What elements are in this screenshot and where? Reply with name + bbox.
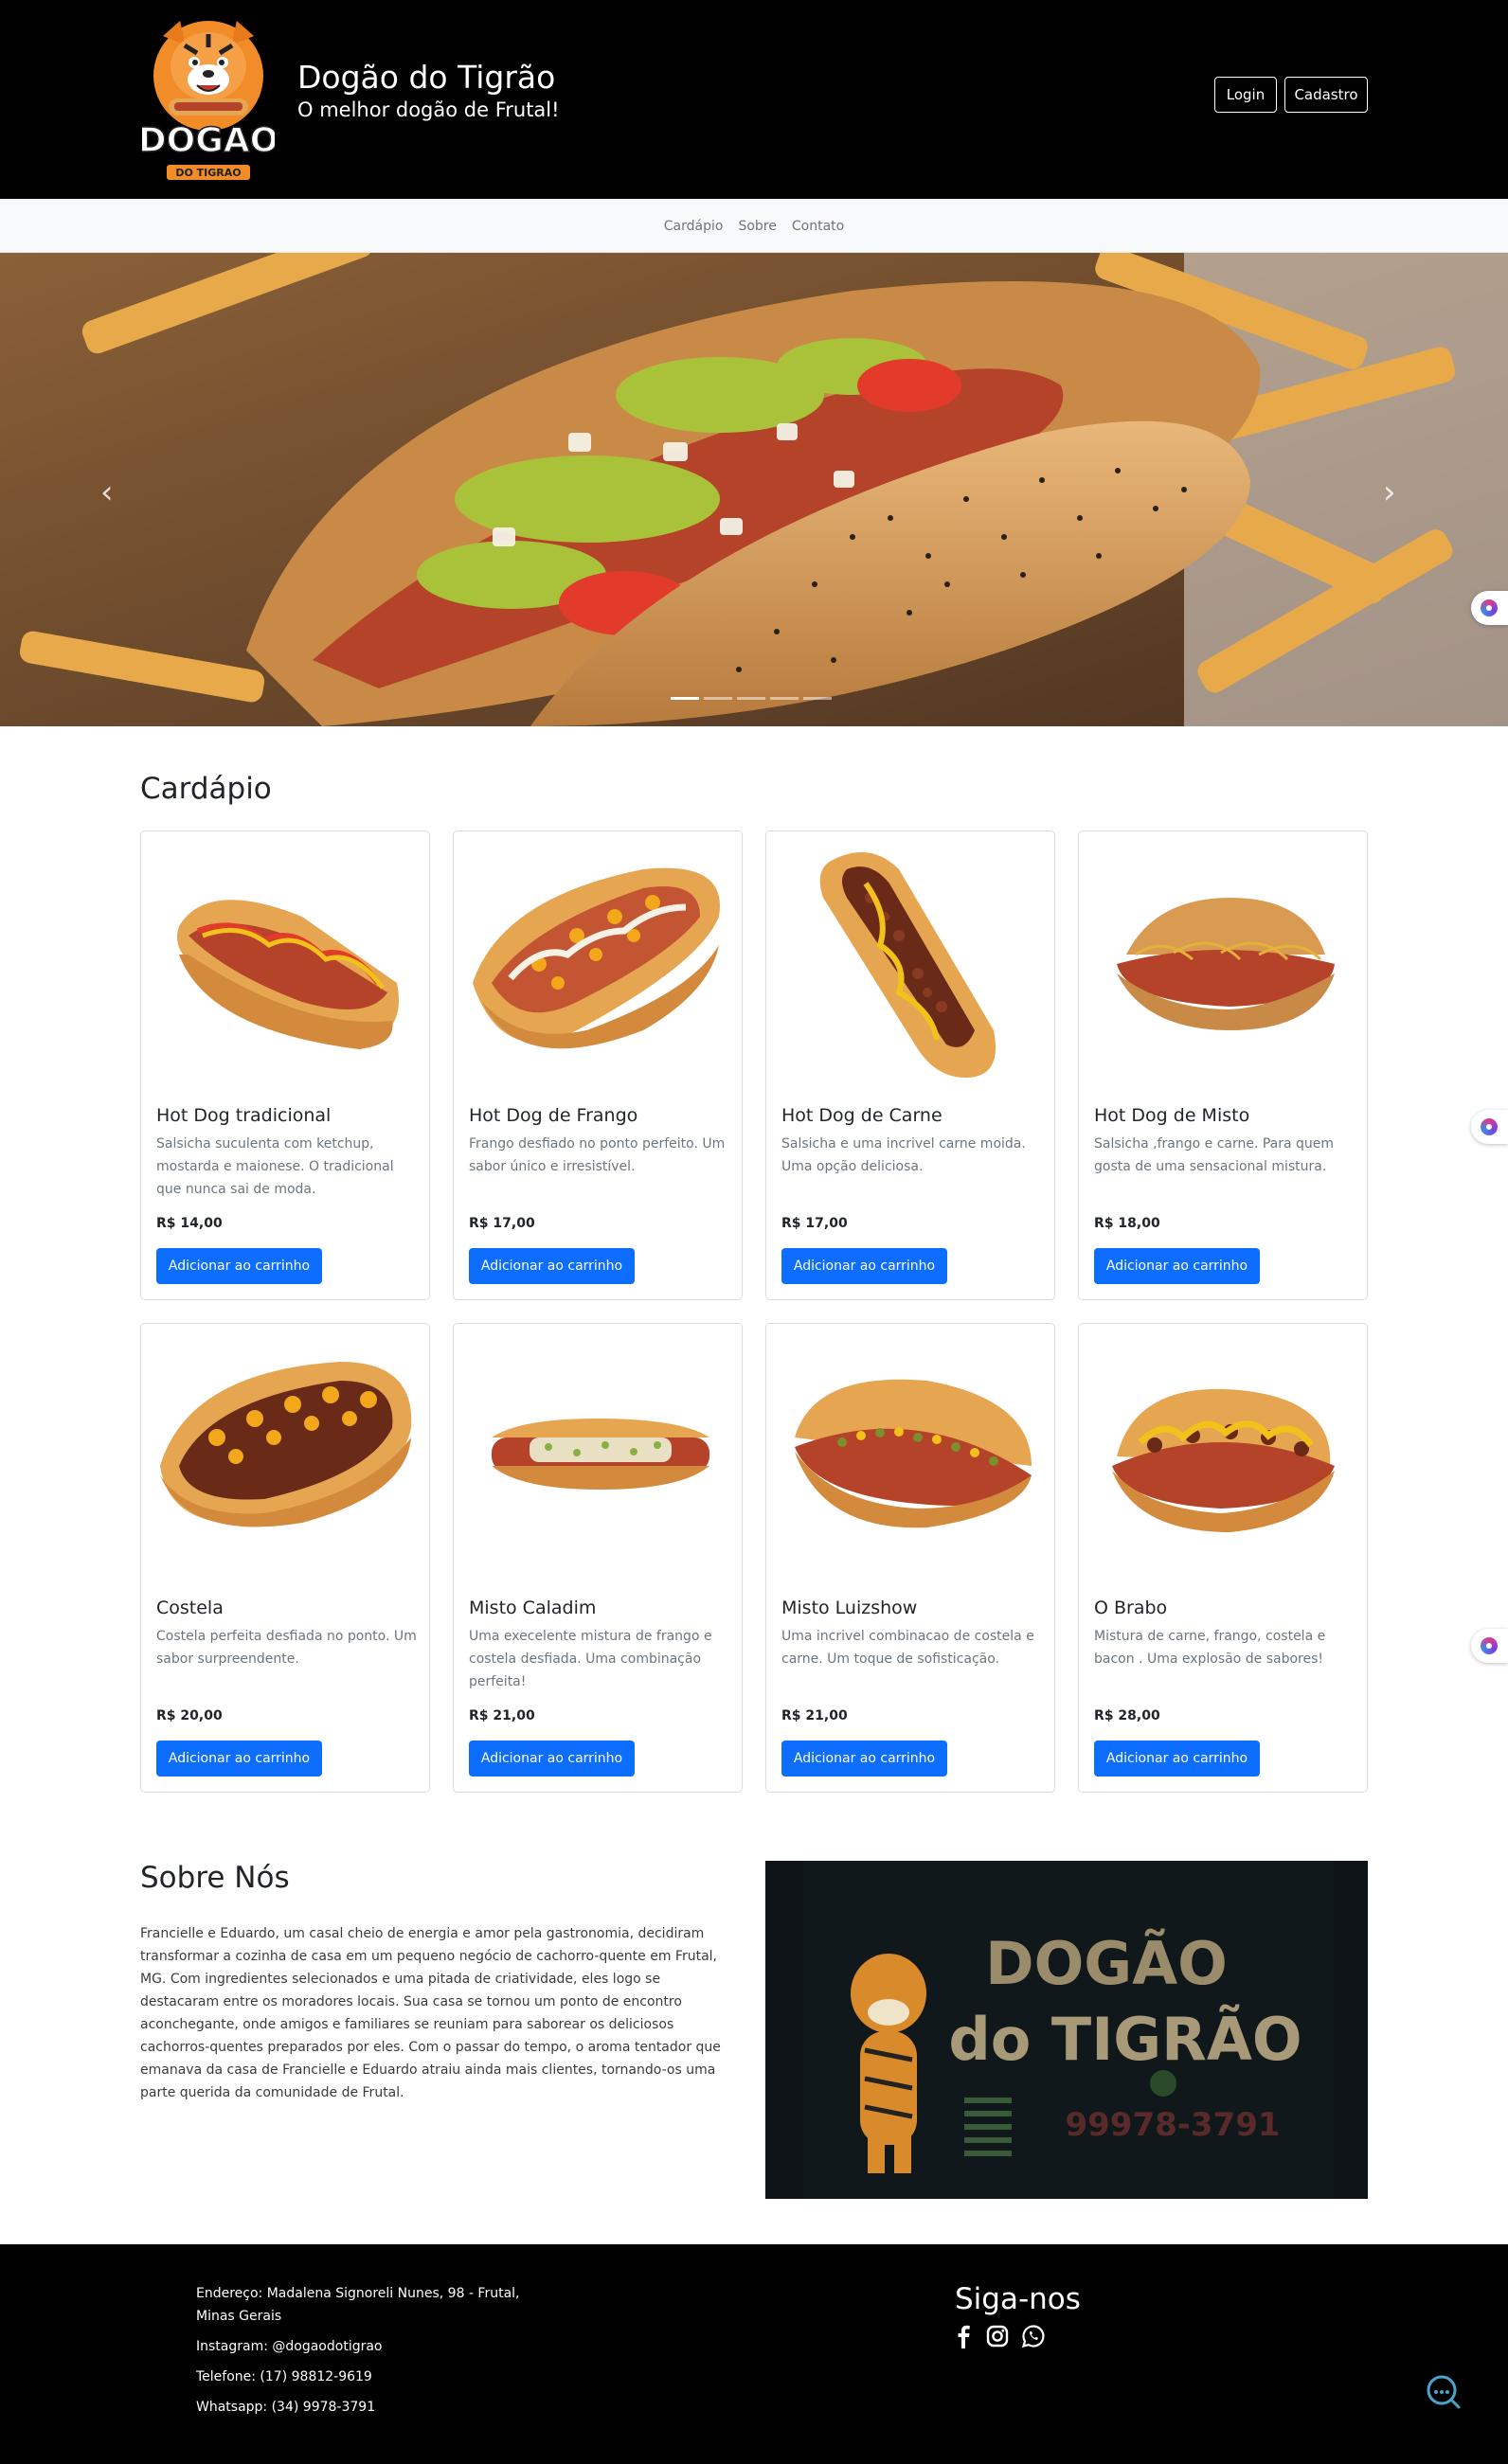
menu-item-desc: Salsicha suculenta com ketchup, mostarda…	[156, 1136, 394, 1197]
floating-assistant-icon[interactable]	[1471, 591, 1508, 625]
menu-item-price: R$ 17,00	[469, 1216, 535, 1231]
hotdog-image	[492, 1419, 709, 1490]
floating-assistant-icon[interactable]	[1471, 1110, 1508, 1144]
menu-item-name: Hot Dog de Frango	[469, 1105, 638, 1126]
add-to-cart-button[interactable]: Adicionar ao carrinho	[1094, 1248, 1260, 1284]
brand-subtitle: O melhor dogão de Frutal!	[297, 98, 560, 121]
hotdog-image	[1112, 1388, 1335, 1532]
sign-text-line2: do TIGRÃO	[948, 2005, 1302, 2074]
logo-text-main: DOGAO	[142, 121, 275, 160]
menu-card: Hot Dog de Misto Salsicha ,frango e carn…	[1078, 830, 1368, 1300]
add-to-cart-button[interactable]: Adicionar ao carrinho	[156, 1741, 322, 1777]
menu-item-desc: Salsicha ,frango e carne. Para quem gost…	[1094, 1136, 1335, 1174]
menu-item-desc: Uma execelente mistura de frango e coste…	[469, 1629, 712, 1689]
brand-title: Dogão do Tigrão	[297, 59, 556, 96]
add-to-cart-button[interactable]: Adicionar ao carrinho	[469, 1741, 635, 1777]
menu-card: Costela Costela perfeita desfiada no pon…	[140, 1323, 430, 1793]
floating-assistant-icon[interactable]	[1471, 1629, 1508, 1663]
login-button[interactable]: Login	[1214, 77, 1277, 113]
footer-whatsapp: Whatsapp: (34) 9978-3791	[196, 2400, 376, 2415]
menu-item-desc: Mistura de carne, frango, costela e baco…	[1094, 1629, 1326, 1667]
menu-item-name: Misto Luizshow	[781, 1598, 918, 1618]
footer-phone: Telefone: (17) 98812-9619	[196, 2369, 372, 2384]
main-nav: Cardápio Sobre Contato	[0, 199, 1508, 253]
instagram-icon[interactable]	[985, 2324, 1010, 2348]
menu-item-price: R$ 28,00	[1094, 1708, 1160, 1723]
storefront-sign-image: DOGÃO do TIGRÃO 99978-3791	[765, 1861, 1368, 2199]
hotdog-image	[160, 1362, 412, 1527]
menu-item-desc: Salsicha e uma incrivel carne moida. Uma…	[781, 1136, 1026, 1174]
tiger-logo[interactable]: DOGAO DO TIGRAO	[142, 8, 275, 187]
footer-address: Endereço: Madalena Signoreli Nunes, 98 -…	[196, 2286, 520, 2324]
menu-card: Hot Dog tradicional Salsicha suculenta c…	[140, 830, 430, 1300]
carousel-indicator[interactable]	[671, 697, 699, 700]
logo-text-sub: DO TIGRAO	[175, 167, 241, 179]
menu-item-price: R$ 20,00	[156, 1708, 223, 1723]
menu-item-name: Hot Dog de Misto	[1094, 1105, 1250, 1126]
menu-item-desc: Uma incrivel combinacao de costela e car…	[781, 1629, 1034, 1667]
sign-phone: 99978-3791	[1065, 2106, 1280, 2144]
add-to-cart-button[interactable]: Adicionar ao carrinho	[781, 1741, 947, 1777]
menu-item-desc: Costela perfeita desfiada no ponto. Um s…	[156, 1629, 417, 1667]
hero-carousel	[0, 253, 1508, 726]
add-to-cart-button[interactable]: Adicionar ao carrinho	[781, 1248, 947, 1284]
menu-item-name: Hot Dog de Carne	[781, 1105, 942, 1126]
chevron-right-icon[interactable]: ›	[1383, 473, 1396, 511]
chevron-left-icon[interactable]: ‹	[100, 473, 114, 511]
menu-card: Hot Dog de Carne Salsicha e uma incrivel…	[765, 830, 1055, 1300]
menu-item-desc: Frango desfiado no ponto perfeito. Um sa…	[469, 1136, 726, 1174]
add-to-cart-button[interactable]: Adicionar ao carrinho	[156, 1248, 322, 1284]
cardapio-title: Cardápio	[140, 772, 272, 806]
menu-item-price: R$ 18,00	[1094, 1216, 1160, 1231]
nav-link-contato[interactable]: Contato	[792, 219, 844, 234]
carousel-indicator[interactable]	[704, 697, 732, 700]
sobre-title: Sobre Nós	[140, 1861, 290, 1895]
nav-link-sobre[interactable]: Sobre	[738, 219, 776, 234]
menu-card: Misto Caladim Uma execelente mistura de …	[453, 1323, 743, 1793]
menu-card: Hot Dog de Frango Frango desfiado no pon…	[453, 830, 743, 1300]
siga-nos-title: Siga-nos	[955, 2282, 1081, 2316]
menu-item-price: R$ 14,00	[156, 1216, 223, 1231]
menu-item-price: R$ 21,00	[781, 1708, 848, 1723]
sobre-text: Francielle e Eduardo, um casal cheio de …	[140, 1926, 721, 2100]
site-header: DOGAO DO TIGRAO Dogão do Tigrão O melhor…	[0, 0, 1508, 199]
carousel-indicator[interactable]	[770, 697, 799, 700]
menu-item-price: R$ 17,00	[781, 1216, 848, 1231]
hotdog-image	[473, 867, 720, 1049]
menu-item-price: R$ 21,00	[469, 1708, 535, 1723]
menu-item-name: Costela	[156, 1598, 224, 1618]
menu-card: O Brabo Mistura de carne, frango, costel…	[1078, 1323, 1368, 1793]
sign-text-line1: DOGÃO	[985, 1929, 1228, 1998]
hotdog-image	[795, 1379, 1032, 1528]
chat-support-icon[interactable]	[1423, 2371, 1464, 2413]
whatsapp-icon[interactable]	[1021, 2324, 1046, 2348]
hotdog-image	[177, 900, 399, 1049]
add-to-cart-button[interactable]: Adicionar ao carrinho	[1094, 1741, 1260, 1777]
carousel-indicator[interactable]	[737, 697, 765, 700]
add-to-cart-button[interactable]: Adicionar ao carrinho	[469, 1248, 635, 1284]
hotdog-image	[1117, 898, 1335, 1030]
menu-card: Misto Luizshow Uma incrivel combinacao d…	[765, 1323, 1055, 1793]
footer-instagram: Instagram: @dogaodotigrao	[196, 2339, 383, 2354]
carousel-indicators	[671, 697, 832, 700]
cadastro-button[interactable]: Cadastro	[1284, 77, 1368, 113]
hero-hotdog-image	[0, 253, 1508, 726]
hotdog-image	[819, 852, 996, 1078]
menu-item-name: O Brabo	[1094, 1598, 1168, 1618]
menu-item-name: Misto Caladim	[469, 1598, 597, 1618]
carousel-indicator[interactable]	[803, 697, 832, 700]
menu-item-name: Hot Dog tradicional	[156, 1105, 332, 1126]
nav-link-cardapio[interactable]: Cardápio	[664, 219, 724, 234]
facebook-icon[interactable]	[951, 2324, 976, 2348]
